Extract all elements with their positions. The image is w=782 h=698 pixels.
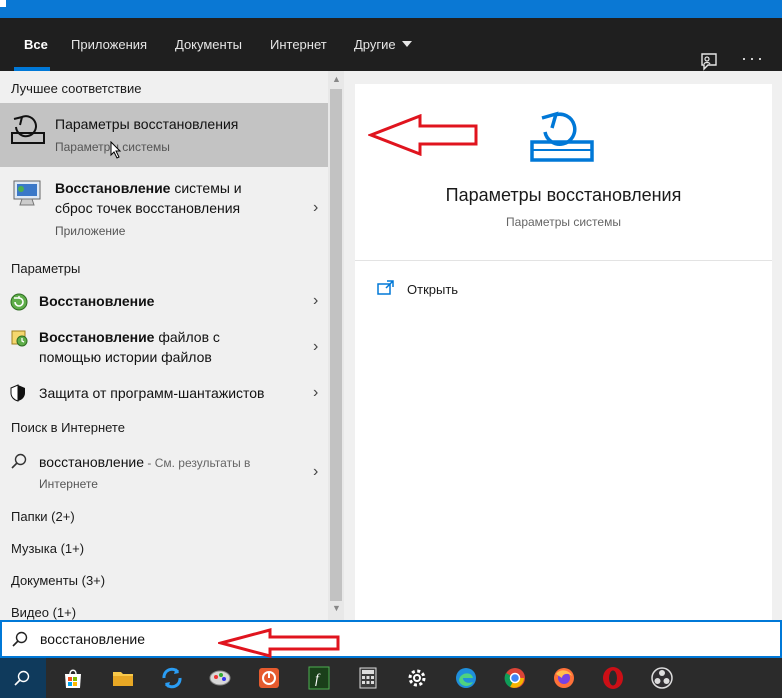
taskbar-search-button[interactable] xyxy=(0,658,46,698)
app-result-title-line2: сброс точек восстановления xyxy=(55,200,241,216)
shield-icon xyxy=(10,384,25,402)
section-header-best-match: Лучшее соответствие xyxy=(11,81,142,96)
web-search-query: восстановление xyxy=(39,454,145,470)
category-music[interactable]: Музыка (1+) xyxy=(11,541,84,556)
chevron-right-icon[interactable]: › xyxy=(313,199,318,217)
tab-documents[interactable]: Документы xyxy=(175,37,242,52)
formula-icon[interactable]: f xyxy=(307,666,331,690)
calculator-icon[interactable] xyxy=(356,666,380,690)
best-match-result[interactable]: Параметры восстановления Параметры систе… xyxy=(0,103,328,167)
app-result-subtitle: Приложение xyxy=(55,224,126,238)
preview-frame-top xyxy=(344,71,782,84)
top-strip xyxy=(0,0,782,18)
preview-panel: Параметры восстановления Параметры систе… xyxy=(355,84,772,620)
settings-item-file-history-line2: помощью истории файлов xyxy=(39,349,212,365)
mouse-cursor-icon xyxy=(110,141,122,159)
chrome-icon[interactable] xyxy=(503,666,527,690)
settings-item-recovery-bold: Восстановление xyxy=(39,293,155,309)
web-search-result[interactable]: восстановление - См. результаты в Интерн… xyxy=(0,447,328,495)
search-tabs-bar: Все Приложения Документы Интернет Другие… xyxy=(0,18,782,71)
search-box[interactable] xyxy=(0,620,782,658)
edge-icon[interactable] xyxy=(454,666,478,690)
settings-item-ransomware[interactable]: Защита от программ-шантажистов › xyxy=(0,379,328,409)
store-icon[interactable] xyxy=(61,666,85,690)
category-folders[interactable]: Папки (2+) xyxy=(11,509,75,524)
annotation-arrow-icon xyxy=(218,628,340,658)
settings-item-recovery[interactable]: Восстановление › xyxy=(0,287,328,317)
app-result-title-bold: Восстановление xyxy=(55,180,171,196)
tab-web[interactable]: Интернет xyxy=(270,37,327,52)
tab-all[interactable]: Все xyxy=(24,37,48,52)
chevron-down-icon xyxy=(401,41,412,47)
restore-icon xyxy=(11,115,45,144)
search-icon xyxy=(12,631,28,647)
search-icon xyxy=(14,670,30,686)
preview-subtitle: Параметры системы xyxy=(506,215,621,229)
preview-frame-left xyxy=(344,84,355,620)
settings-icon[interactable] xyxy=(405,666,429,690)
chevron-right-icon[interactable]: › xyxy=(313,292,318,310)
app-result-title-rest: системы и xyxy=(170,180,242,196)
taskbar: f xyxy=(0,658,782,698)
category-documents[interactable]: Документы (3+) xyxy=(11,573,105,588)
obs-icon[interactable] xyxy=(650,666,674,690)
firefox-icon[interactable] xyxy=(552,666,576,690)
app-result-system-restore[interactable]: Восстановление системы и сброс точек вос… xyxy=(0,171,328,243)
section-header-settings: Параметры xyxy=(11,261,81,276)
tab-more[interactable]: Другие xyxy=(354,37,412,52)
scroll-up-arrow-icon[interactable]: ▲ xyxy=(332,74,341,84)
web-search-line1: восстановление - См. результаты в xyxy=(39,454,250,470)
tab-more-label: Другие xyxy=(354,37,396,52)
preview-title: Параметры восстановления xyxy=(445,185,682,205)
chevron-right-icon[interactable]: › xyxy=(313,338,318,356)
window-corner-glyph xyxy=(0,0,6,7)
tab-apps[interactable]: Приложения xyxy=(71,37,147,52)
web-search-suffix: - См. результаты в xyxy=(144,456,251,470)
preview-frame-right xyxy=(772,84,782,620)
search-icon xyxy=(11,453,27,469)
recorder-icon[interactable] xyxy=(257,666,281,690)
chevron-right-icon[interactable]: › xyxy=(313,384,318,402)
opera-icon[interactable] xyxy=(601,666,625,690)
open-icon xyxy=(377,280,394,295)
chevron-right-icon[interactable]: › xyxy=(313,463,318,481)
sync-icon[interactable] xyxy=(160,666,184,690)
section-header-web-search: Поиск в Интернете xyxy=(11,420,125,435)
more-options-button[interactable]: ··· xyxy=(741,48,765,69)
results-scrollbar[interactable]: ▲ ▼ xyxy=(328,71,344,620)
settings-item-file-history[interactable]: Восстановление файлов с помощью истории … xyxy=(0,325,328,369)
system-restore-app-icon xyxy=(13,180,41,206)
settings-item-file-history-rest: файлов с xyxy=(154,329,220,345)
annotation-arrow-icon xyxy=(368,114,478,156)
preview-divider xyxy=(355,260,772,261)
settings-item-file-history-line1: Восстановление файлов с xyxy=(39,329,220,345)
recovery-settings-icon xyxy=(10,293,28,311)
file-history-icon xyxy=(11,330,28,347)
app-result-title-line1: Восстановление системы и xyxy=(55,180,242,196)
scroll-down-arrow-icon[interactable]: ▼ xyxy=(332,603,341,613)
best-match-title: Параметры восстановления xyxy=(55,116,239,132)
paint-icon[interactable] xyxy=(208,666,232,690)
file-explorer-icon[interactable] xyxy=(111,666,135,690)
category-videos[interactable]: Видео (1+) xyxy=(11,605,76,620)
restore-icon xyxy=(530,111,594,162)
open-label: Открыть xyxy=(407,282,459,297)
web-search-line2: Интернете xyxy=(39,477,98,491)
results-list: Лучшее соответствие Параметры восстановл… xyxy=(0,71,328,620)
feedback-icon[interactable] xyxy=(699,52,719,72)
settings-item-recovery-label: Восстановление xyxy=(39,293,154,309)
settings-item-file-history-bold: Восстановление xyxy=(39,329,155,345)
settings-item-ransomware-label: Защита от программ-шантажистов xyxy=(39,385,265,401)
scroll-thumb[interactable] xyxy=(330,89,342,601)
